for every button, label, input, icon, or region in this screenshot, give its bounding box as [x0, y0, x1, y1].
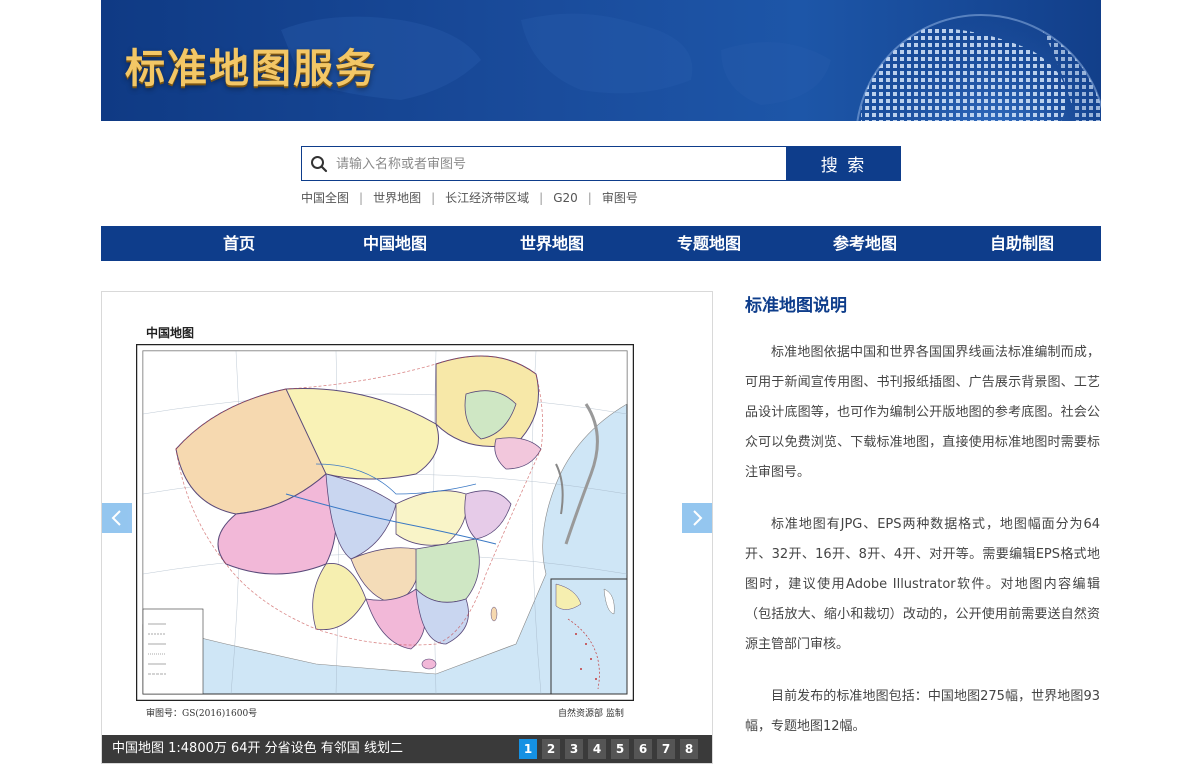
china-map-image[interactable]	[136, 344, 634, 701]
map-publisher: 自然资源部 监制	[558, 709, 624, 719]
nav-thematic-map[interactable]: 专题地图	[649, 226, 769, 261]
nav-reference-map[interactable]: 参考地图	[805, 226, 925, 261]
main-nav: 首页 中国地图 世界地图 专题地图 参考地图 自助制图	[101, 226, 1101, 261]
slider-caption: 中国地图 1:4800万 64开 分省设色 有邻国 线划二	[112, 741, 403, 756]
nav-home[interactable]: 首页	[179, 226, 299, 261]
nav-world-map[interactable]: 世界地图	[492, 226, 612, 261]
description-paragraph: 标准地图有JPG、EPS两种数据格式，地图幅面分为64开、32开、16开、8开、…	[745, 517, 1100, 652]
map-slider: 中国地图 审图号：GS(2016)1600号 自然资源部 监制 中国地图 1:4…	[101, 291, 713, 764]
nav-china-map[interactable]: 中国地图	[335, 226, 455, 261]
map-heading: 中国地图	[146, 326, 195, 340]
link-separator: |	[539, 191, 544, 205]
slider-next-button[interactable]	[682, 503, 712, 533]
search-icon	[311, 156, 328, 173]
pager-item[interactable]: 7	[657, 739, 675, 759]
pager-item[interactable]: 4	[588, 739, 606, 759]
pager-item[interactable]: 3	[565, 739, 583, 759]
description-paragraph: 目前发布的标准地图包括：中国地图275幅，世界地图93幅，专题地图12幅。	[745, 689, 1100, 734]
page: 标准地图服务 搜 索 中国全图 | 世界地图 | 长江经济带区域 | G20 | 审图号 首页 …	[0, 0, 1200, 767]
quick-link-yangtze[interactable]: 长江经济带区域	[445, 191, 529, 205]
pager-item[interactable]: 2	[542, 739, 560, 759]
site-title: 标准地图服务	[125, 46, 377, 92]
pager-item[interactable]: 6	[634, 739, 652, 759]
search-button[interactable]: 搜 索	[786, 146, 901, 181]
link-separator: |	[431, 191, 436, 205]
pager-item[interactable]: 8	[680, 739, 698, 759]
quick-links: 中国全图 | 世界地图 | 长江经济带区域 | G20 | 审图号	[301, 189, 638, 206]
slider-prev-button[interactable]	[102, 503, 132, 533]
map-approval-number: 审图号：GS(2016)1600号	[146, 709, 258, 719]
slider-pager: 1 2 3 4 5 6 7 8	[519, 739, 703, 759]
link-separator: |	[587, 191, 592, 205]
quick-link-approval-number[interactable]: 审图号	[602, 191, 638, 205]
slider-caption-bar: 中国地图 1:4800万 64开 分省设色 有邻国 线划二 1 2 3 4 5 …	[102, 735, 712, 763]
description-paragraph: 标准地图依据中国和世界各国国界线画法标准编制而成，可用于新闻宣传用图、书刊报纸插…	[745, 345, 1100, 480]
pager-item[interactable]: 5	[611, 739, 629, 759]
quick-link-china[interactable]: 中国全图	[301, 191, 349, 205]
link-separator: |	[359, 191, 364, 205]
search-input[interactable]	[334, 151, 778, 177]
description-panel: 标准地图说明 标准地图依据中国和世界各国国界线画法标准编制而成，可用于新闻宣传用…	[745, 294, 1100, 764]
pager-item[interactable]: 1	[519, 739, 537, 759]
quick-link-world[interactable]: 世界地图	[373, 191, 421, 205]
nav-self-mapping[interactable]: 自助制图	[962, 226, 1082, 261]
site-banner: 标准地图服务	[101, 0, 1101, 121]
chevron-left-icon	[111, 510, 121, 526]
search-box	[301, 146, 787, 181]
chevron-right-icon	[693, 510, 703, 526]
description-title: 标准地图说明	[745, 296, 847, 316]
quick-link-g20[interactable]: G20	[553, 191, 578, 205]
